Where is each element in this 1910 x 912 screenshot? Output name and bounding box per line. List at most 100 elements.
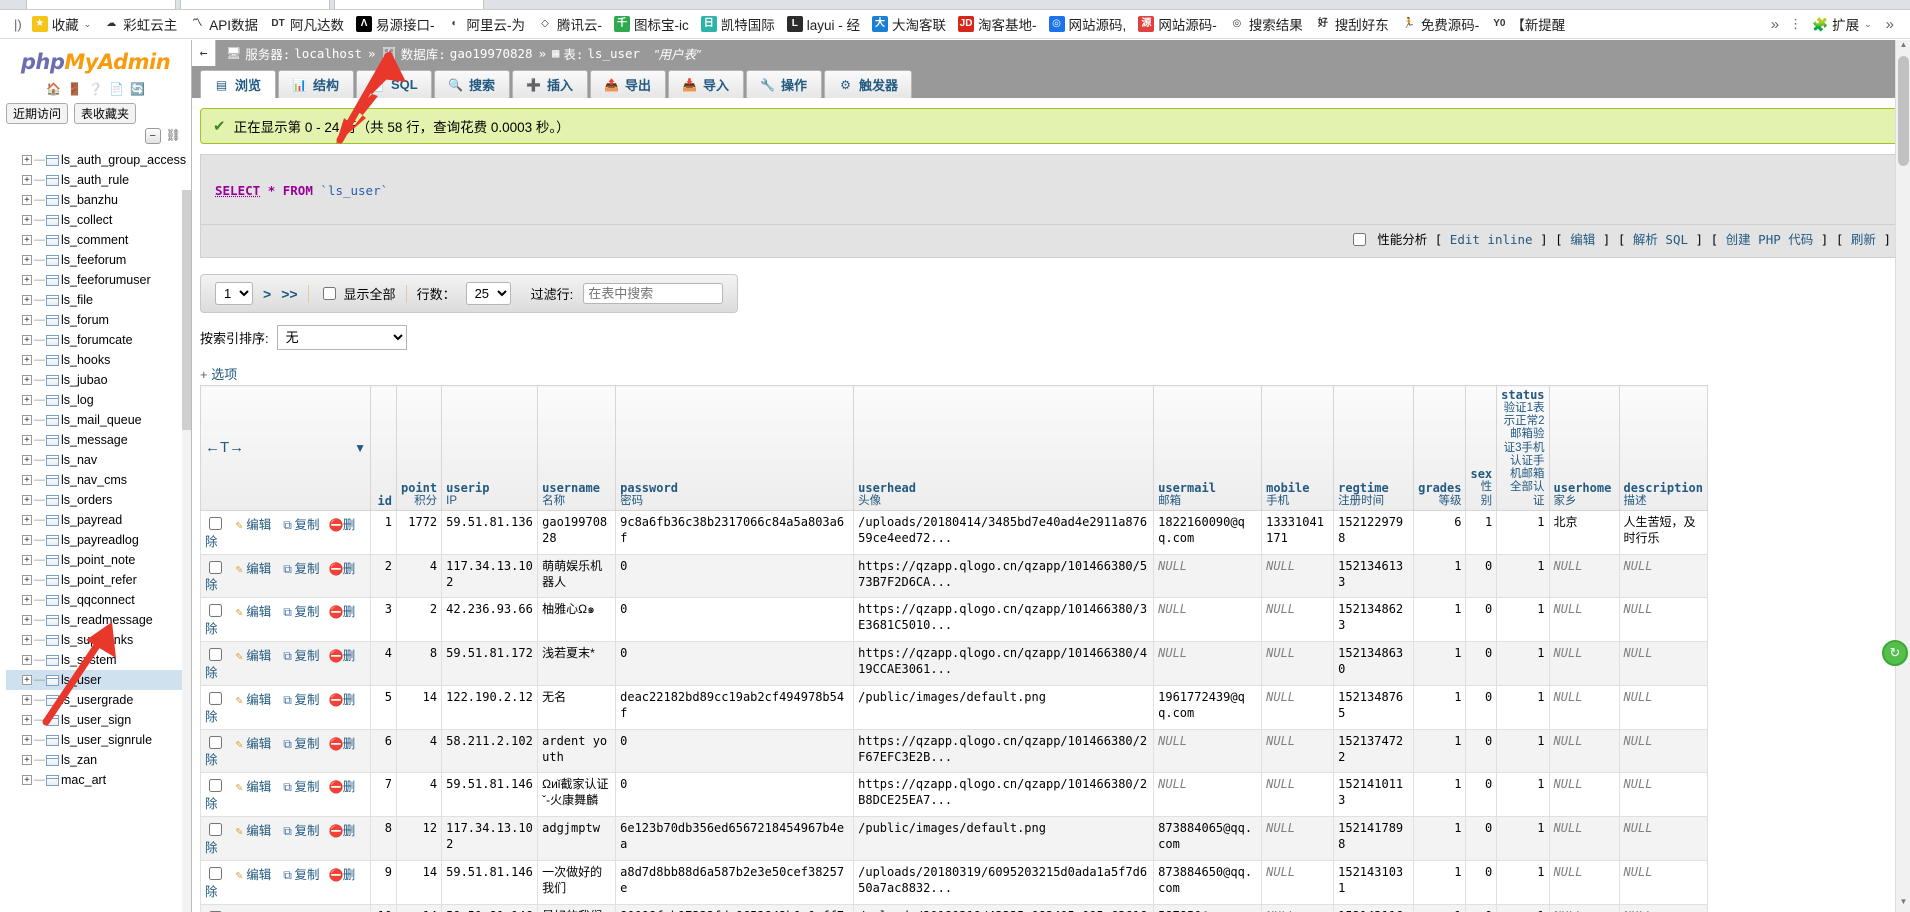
cell-username[interactable]: adgjmptw	[537, 816, 617, 861]
row-actions[interactable]: ✎编辑 ⧉复制 ⛔删除	[200, 641, 371, 686]
cell-usermail[interactable]: NULL	[1153, 728, 1263, 774]
cell-userip[interactable]: 117.34.13.102	[441, 553, 539, 599]
cell-userip[interactable]: 59.51.81.136	[441, 509, 539, 555]
sidebar-item-ls_qqconnect[interactable]: + — ls_qqconnect	[6, 590, 191, 610]
sort-by-index-select[interactable]: 无	[276, 325, 407, 350]
main-vertical-scrollbar[interactable]: ▲ ▼	[1895, 40, 1910, 912]
cell-status[interactable]: 1	[1496, 509, 1550, 555]
cell-grades[interactable]: 6	[1413, 509, 1467, 555]
row-actions[interactable]: ✎编辑 ⧉复制 ⛔删除	[200, 859, 371, 905]
copy-icon[interactable]: ⧉	[280, 561, 294, 577]
cell-mobile[interactable]: NULL	[1261, 859, 1335, 905]
edit-link[interactable]: 编辑	[246, 517, 271, 532]
bookmark-7[interactable]: ◇ 腾讯云-	[531, 12, 608, 36]
cell-usermail[interactable]: 1822160090@qq.com	[1153, 509, 1263, 555]
row-actions[interactable]: ✎编辑 ⧉复制 ⛔删除	[200, 597, 371, 642]
tab-strip[interactable]	[0, 0, 1910, 10]
cell-userhome[interactable]: NULL	[1548, 816, 1620, 861]
bookmarks-bar[interactable]: |) ★ 收藏 ⌄ ☁ 彩虹云主〽 API数据 DT 阿凡达数 Λ 易源接口- ◐ 阿里云-为 ◇ 腾讯云…	[0, 10, 1910, 39]
results-toolbar[interactable]: 1 > >> 显示全部 行数： 25 过滤行:	[200, 274, 739, 313]
cell-regtime[interactable]: 1521374722	[1333, 728, 1415, 774]
cell-sex[interactable]: 0	[1465, 859, 1498, 905]
cell-description[interactable]: NULL	[1618, 772, 1709, 817]
cell-password[interactable]: 0	[615, 728, 855, 774]
cell-password[interactable]: 0	[615, 772, 855, 817]
cell-mobile[interactable]: NULL	[1261, 553, 1335, 599]
edit-icon[interactable]: ✎	[232, 517, 246, 533]
sidebar-quick-icons[interactable]: 🏠 🚪 ❔ 📄 🔄	[0, 76, 191, 101]
row-checkbox[interactable]	[209, 735, 222, 749]
cell-sex[interactable]: 0	[1465, 772, 1498, 817]
cell-regtime[interactable]: 1521431031	[1333, 859, 1415, 905]
expand-icon[interactable]: +	[22, 275, 32, 285]
table-row[interactable]: ✎ 编辑 ⧉ 复制 ⛔删除 9 14 59.51.81.146 一次做好的我们 a8d7d8b…	[200, 859, 1709, 905]
bookmark-8[interactable]: 千图标宝-ic	[608, 12, 695, 36]
table-row[interactable]: ✎ 编辑 ⧉ 复制 ⛔删除 4 8 59.51.81.172 浅若夏末* 0 https://q…	[200, 641, 1709, 686]
cell-mobile[interactable]: NULL	[1261, 903, 1335, 912]
sql-action-links[interactable]: 性能分析 [ Edit inline ] [ 编辑 ] [ 解析 SQL ] […	[200, 225, 1902, 258]
cell-userip[interactable]: 122.190.2.12	[441, 684, 539, 730]
cell-username[interactable]: 浅若夏末*	[537, 641, 617, 686]
row-actions[interactable]: ✎编辑 ⧉复制 ⛔删除	[200, 816, 371, 861]
cell-status[interactable]: 1	[1496, 684, 1550, 730]
edit-link[interactable]: 编辑	[246, 648, 271, 663]
row-checkbox[interactable]	[209, 604, 222, 618]
cell-userip[interactable]: 59.51.81.172	[441, 641, 539, 686]
cell-userhome[interactable]: NULL	[1548, 728, 1620, 774]
cell-description[interactable]: NULL	[1618, 597, 1709, 642]
tab-导入[interactable]: 📥 导入	[668, 70, 744, 98]
expand-icon[interactable]: +	[22, 675, 32, 685]
cell-point[interactable]: 12	[395, 816, 443, 861]
cell-description[interactable]: NULL	[1618, 684, 1709, 730]
cell-description[interactable]: NULL	[1618, 859, 1709, 905]
sidebar-item-ls_payreadlog[interactable]: + — ls_payreadlog	[6, 530, 191, 550]
sidebar-scrollbar[interactable]	[182, 190, 191, 912]
table-row[interactable]: ✎ 编辑 ⧉ 复制 ⛔删除 3 2 42.236.93.66 柚雅心Ω๑ 0 https://q…	[200, 597, 1709, 642]
sidebar-item-ls_orders[interactable]: + — ls_orders	[6, 490, 191, 510]
copy-link[interactable]: 复制	[294, 648, 319, 663]
expand-icon[interactable]: +	[22, 175, 32, 185]
sql-link-1[interactable]: Edit inline	[1450, 232, 1533, 247]
delete-icon[interactable]: ⛔	[329, 561, 344, 577]
cell-status[interactable]: 1	[1496, 903, 1550, 912]
home-icon[interactable]: 🏠	[46, 81, 62, 97]
cell-username[interactable]: 无名	[537, 684, 617, 730]
cell-description[interactable]: NULL	[1618, 816, 1709, 861]
sql-keyword-select[interactable]: SELECT	[215, 183, 260, 198]
expand-icon[interactable]: +	[22, 435, 32, 445]
show-all-checkbox-wrap[interactable]: 显示全部	[319, 284, 396, 303]
caret-down-icon[interactable]: ▼	[354, 441, 366, 455]
floating-action-button[interactable]: ↻	[1882, 640, 1908, 666]
copy-icon[interactable]: ⧉	[280, 779, 294, 795]
column-header-password[interactable]: password 密码	[615, 385, 855, 511]
delete-icon[interactable]: ⛔	[329, 692, 344, 708]
pma-logo[interactable]: phpMyAdmin	[0, 40, 191, 76]
breadcrumb-db-name[interactable]: gao19970828	[450, 46, 533, 61]
sidebar-item-ls_jubao[interactable]: + — ls_jubao	[6, 370, 191, 390]
bookmark-11[interactable]: 大大淘客联	[866, 12, 952, 36]
table-row[interactable]: ✎ 编辑 ⧉ 复制 ⛔删除 7 4 59.51.81.146 Ωиǐ截家认证ˇ-火康舞麟 0 h…	[200, 772, 1709, 817]
sql-query-box[interactable]: SELECT * FROM `ls_user`	[200, 154, 1902, 225]
cell-grades[interactable]: 1	[1413, 728, 1467, 774]
sidebar-item-ls_feeforum[interactable]: + — ls_feeforum	[6, 250, 191, 270]
results-header-actions[interactable]: ←T→ ▼	[200, 385, 371, 511]
cell-sex[interactable]: 0	[1465, 597, 1498, 642]
cell-password[interactable]: 0	[615, 641, 855, 686]
copy-icon[interactable]: ⧉	[280, 867, 294, 883]
cell-id[interactable]: 6	[370, 728, 397, 774]
cell-id[interactable]: 9	[370, 859, 397, 905]
cell-userhome[interactable]: NULL	[1548, 553, 1620, 599]
cell-userhome[interactable]: NULL	[1548, 859, 1620, 905]
page-select[interactable]: 1	[215, 282, 253, 305]
cell-id[interactable]: 3	[370, 597, 397, 642]
sidebar-item-ls_point_refer[interactable]: + — ls_point_refer	[6, 570, 191, 590]
column-header-point[interactable]: point 积分	[395, 385, 443, 511]
filter-rows-input[interactable]	[583, 283, 724, 304]
row-actions[interactable]: ✎编辑 ⧉复制 ⛔删除	[200, 728, 371, 774]
row-checkbox[interactable]	[209, 866, 222, 880]
edit-link[interactable]: 编辑	[246, 604, 271, 619]
cell-sex[interactable]: 0	[1465, 553, 1498, 599]
cell-userip[interactable]: 117.34.13.102	[441, 816, 539, 861]
cell-status[interactable]: 1	[1496, 728, 1550, 774]
cell-userhead[interactable]: https://qzapp.qlogo.cn/qzapp/101466380/5…	[853, 553, 1155, 599]
